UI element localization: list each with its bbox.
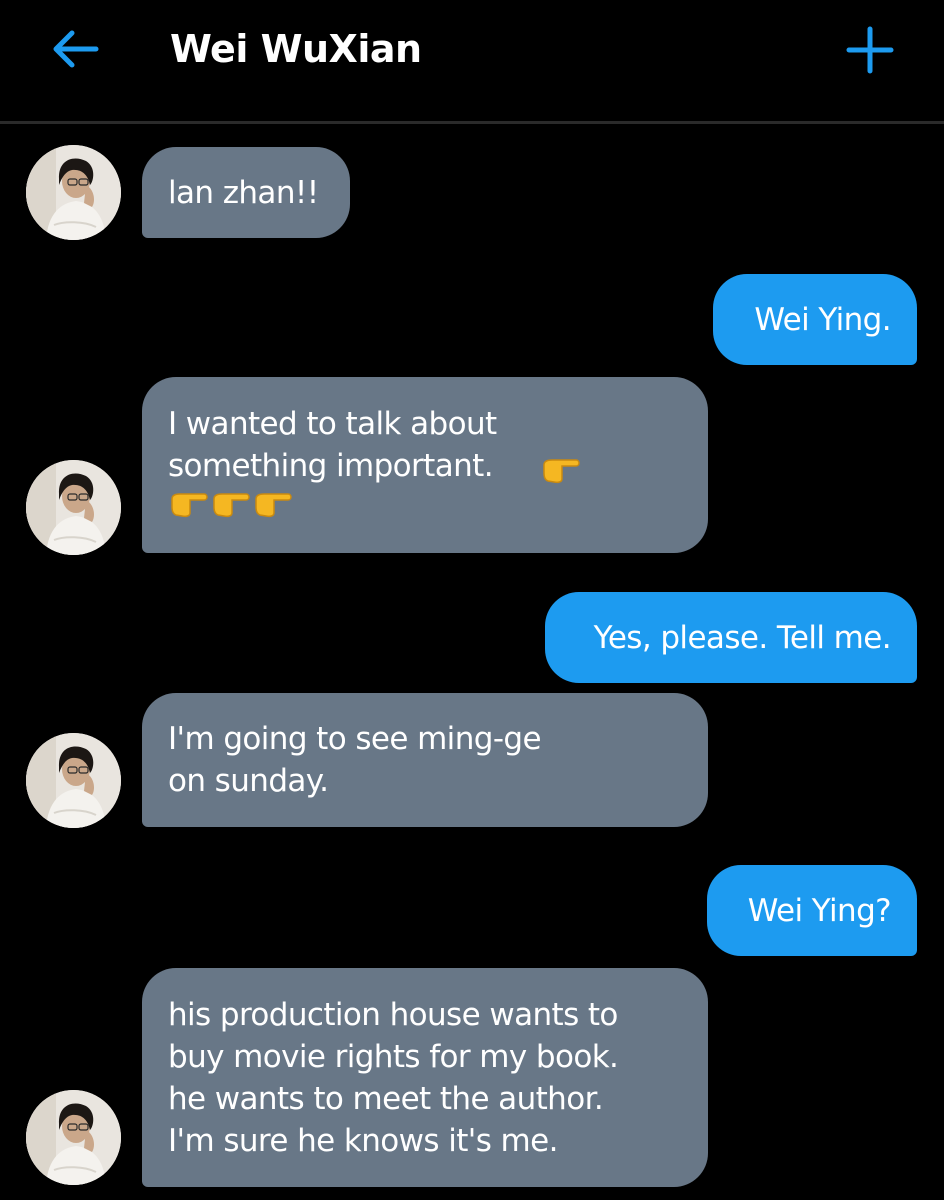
message-text: Yes, please. Tell me. <box>593 619 892 656</box>
avatar[interactable] <box>26 145 121 240</box>
avatar[interactable] <box>26 460 121 555</box>
message-bubble-outgoing[interactable]: Wei Ying. <box>713 274 917 365</box>
message-text: lan zhan!! <box>168 174 319 211</box>
avatar-photo <box>26 1090 121 1185</box>
add-button[interactable] <box>844 24 896 76</box>
back-button[interactable] <box>48 24 102 74</box>
message-bubble-incoming[interactable]: I'm going to see ming-ge on sunday. <box>142 693 708 827</box>
message-bubble-outgoing[interactable]: Wei Ying? <box>707 865 917 956</box>
message-text: his production house wants to buy movie … <box>168 996 619 1159</box>
avatar-photo <box>26 460 121 555</box>
pointing-right-emoji <box>543 459 580 484</box>
message-bubble-outgoing[interactable]: Yes, please. Tell me. <box>545 592 917 683</box>
avatar-photo <box>26 733 121 828</box>
avatar[interactable] <box>26 733 121 828</box>
avatar-photo <box>26 145 121 240</box>
message-text: I wanted to talk about something importa… <box>168 406 497 484</box>
message-bubble-incoming[interactable]: lan zhan!! <box>142 147 350 238</box>
message-text: Wei Ying. <box>754 301 891 338</box>
message-text: Wei Ying? <box>747 892 892 929</box>
pointing-right-emoji <box>255 493 292 518</box>
emoji-row <box>168 489 497 519</box>
contact-name: Wei WuXian <box>170 27 422 71</box>
message-bubble-incoming[interactable]: I wanted to talk about something importa… <box>142 377 708 553</box>
chat-header: Wei WuXian <box>0 0 944 124</box>
message-content: I wanted to talk about something importa… <box>168 403 580 519</box>
pointing-right-emoji <box>171 493 208 518</box>
message-bubble-incoming[interactable]: his production house wants to buy movie … <box>142 968 708 1187</box>
pointing-right-emoji <box>213 493 250 518</box>
plus-icon <box>846 26 894 74</box>
message-text: I'm going to see ming-ge on sunday. <box>168 721 542 799</box>
arrow-left-icon <box>53 30 99 68</box>
avatar[interactable] <box>26 1090 121 1185</box>
